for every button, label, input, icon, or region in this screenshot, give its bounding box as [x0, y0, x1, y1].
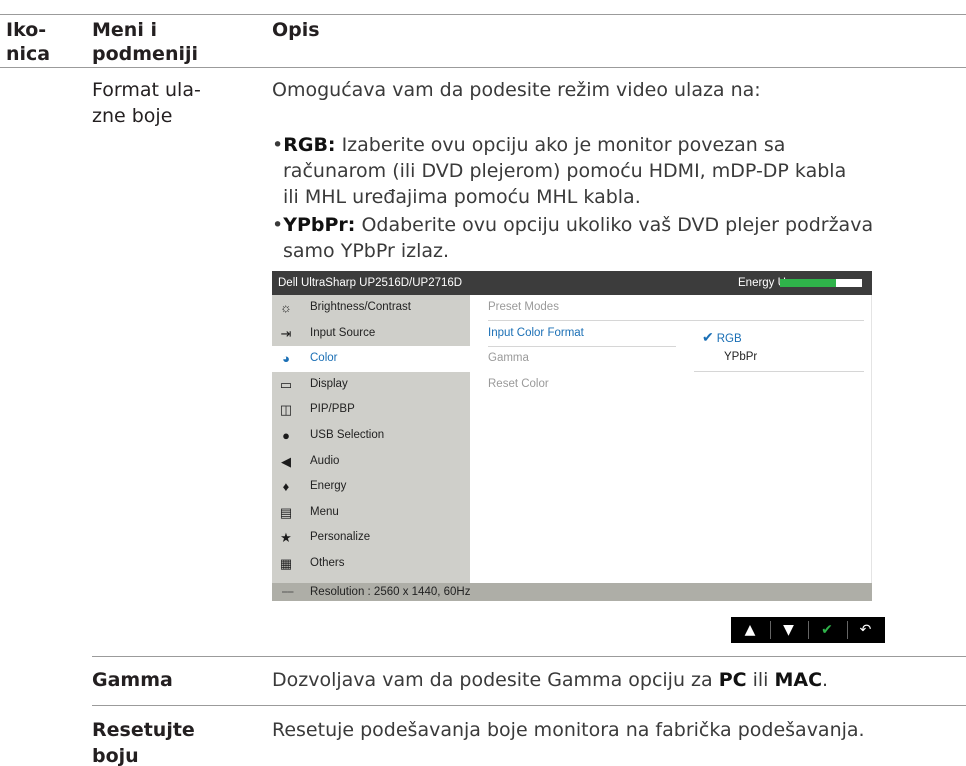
header-icon-line2: nica — [6, 43, 51, 65]
resolution-text: Resolution : 2560 x 1440, 60Hz — [310, 586, 471, 598]
submenu-preset-modes[interactable]: Preset Modes — [488, 297, 559, 317]
check-icon[interactable]: ✔ — [809, 617, 845, 643]
usb-icon: ● — [282, 428, 290, 443]
option-ypbpr[interactable]: YPbPr — [724, 347, 757, 367]
option-rgb-label: RGB — [716, 333, 742, 345]
description-gamma: Dozvoljava vam da podesite Gamma opciju … — [272, 667, 828, 693]
header-description-column: Opis — [272, 19, 320, 41]
osd-menu-item-pip-pbp[interactable]: ◫ PIP/PBP — [272, 397, 470, 423]
submenu-input-color-format[interactable]: Input Color Format — [488, 323, 584, 343]
audio-icon: ◀ — [281, 453, 291, 469]
button-separator — [846, 621, 848, 639]
menu-name-gamma: Gamma — [92, 669, 173, 691]
energy-use-bar — [780, 279, 862, 287]
gamma-desc-text: . — [822, 669, 829, 691]
osd-menu-item-display[interactable]: ▭ Display — [272, 372, 470, 398]
energy-use-fill — [780, 279, 836, 287]
osd-menu-item-label: Brightness/Contrast — [310, 301, 411, 313]
input-source-icon: ⇥ — [280, 325, 292, 341]
description-intro: Omogućava vam da podesite režim video ul… — [272, 79, 761, 101]
menu-icon: ▤ — [279, 504, 293, 520]
menu-name-line1: Resetujte — [92, 719, 195, 741]
button-separator — [808, 621, 809, 639]
osd-main-menu: ☼ Brightness/Contrast ⇥ Input Source ◕ Color ▭… — [272, 295, 470, 583]
option-rgb[interactable]: ✔ RGB — [702, 327, 742, 349]
color-icon: ◕ — [282, 351, 290, 367]
display-icon: ▭ — [279, 376, 293, 392]
osd-menu-item-personalize[interactable]: ★ Personalize — [272, 525, 470, 551]
header-icon-column: Iko- nica — [6, 18, 50, 66]
osd-submenu-panel: Preset Modes Input Color Format ✔ RGB Gam… — [470, 295, 872, 583]
header-menu-line1: Meni i — [92, 19, 157, 41]
energy-icon: ♦ — [282, 479, 290, 495]
bullet-text: računarom (ili DVD plejerom) pomoću HDMI… — [283, 160, 847, 182]
bullet-term-rgb: RGB: — [283, 134, 336, 156]
header-icon-line1: Iko- — [6, 19, 47, 41]
menu-name-reset-color: Resetujte boju — [92, 717, 195, 766]
bullet-text: Izaberite ovu opciju ako je monitor pove… — [335, 134, 786, 156]
bullet-mark: • — [272, 214, 284, 236]
submenu-gamma[interactable]: Gamma — [488, 348, 529, 368]
osd-footer: ⎯⎯ Resolution : 2560 x 1440, 60Hz — [272, 583, 872, 601]
osd-menu-item-label: Display — [310, 377, 348, 390]
osd-menu-item-label: Personalize — [310, 531, 371, 544]
osd-menu-item-usb-selection[interactable]: ● USB Selection — [272, 423, 470, 449]
bullet-rgb: •RGB: Izaberite ovu opciju ako je monito… — [272, 132, 846, 210]
description-reset-color: Resetuje podešavanja boje monitora na fa… — [272, 719, 865, 741]
gamma-desc-text: Dozvoljava vam da podesite Gamma opciju … — [272, 669, 719, 691]
osd-menu-item-label: PIP/PBP — [310, 403, 355, 416]
bullet-term-ypbpr: YPbPr: — [283, 214, 356, 236]
menu-name-line2: boju — [92, 745, 139, 766]
osd-menu-item-input-source[interactable]: ⇥ Input Source — [272, 321, 470, 347]
osd-menu-item-brightness-contrast[interactable]: ☼ Brightness/Contrast — [272, 295, 470, 321]
star-icon: ★ — [280, 530, 292, 546]
osd-menu-item-label: Energy — [310, 480, 347, 493]
brightness-icon: ☼ — [280, 300, 292, 315]
button-separator — [769, 621, 771, 639]
bullet-text: samo YPbPr izlaz. — [283, 240, 449, 262]
osd-menu-item-others[interactable]: ▦ Others — [272, 551, 470, 577]
menu-name-line1: Format ula- — [92, 79, 201, 101]
osd-menu-item-menu[interactable]: ▤ Menu — [272, 500, 470, 526]
osd-menu-screenshot: Dell UltraSharp UP2516D/UP2716D Energy U… — [272, 271, 872, 601]
osd-menu-item-label: Audio — [310, 454, 340, 467]
osd-navigation-buttons: ▲ ▼ ✔ ↶ — [731, 617, 885, 643]
submenu-reset-color[interactable]: Reset Color — [488, 374, 549, 394]
chevron-down-icon[interactable]: ▼ — [771, 617, 807, 643]
header-menu-line2: podmeniji — [92, 43, 199, 65]
bullet-mark: • — [272, 134, 284, 156]
pip-pbp-icon: ◫ — [279, 402, 293, 418]
chevron-up-icon[interactable]: ▲ — [732, 617, 768, 643]
osd-menu-item-label: Others — [310, 557, 345, 569]
bullet-ypbpr: •YPbPr: Odaberite ovu opciju ukoliko vaš… — [272, 212, 873, 264]
menu-name-line2: zne boje — [92, 105, 173, 127]
osd-menu-item-label: USB Selection — [310, 429, 385, 441]
osd-menu-item-label: Menu — [310, 505, 339, 518]
header-rule — [0, 67, 966, 68]
bullet-text: Odaberite ovu opciju ukoliko vaš DVD ple… — [355, 214, 874, 236]
osd-menu-item-energy[interactable]: ♦ Energy — [272, 474, 470, 500]
top-rule — [0, 14, 966, 15]
bullet-text: ili MHL uređajima pomoću MHL kabla. — [283, 186, 641, 208]
monitor-resolution-icon: ⎯⎯ — [282, 586, 294, 598]
row-rule-gamma — [92, 656, 966, 657]
submenu-divider — [488, 320, 864, 321]
gamma-desc-mac: MAC — [774, 669, 823, 691]
submenu-divider — [488, 346, 676, 347]
gamma-desc-text: ili — [746, 669, 775, 691]
others-icon: ▦ — [279, 556, 293, 571]
menu-name-input-color-format: Format ula- zne boje — [92, 77, 201, 129]
row-rule-reset — [92, 705, 966, 706]
header-menu-column: Meni i podmeniji — [92, 18, 198, 66]
osd-menu-item-label: Color — [310, 352, 338, 365]
gamma-desc-pc: PC — [718, 669, 747, 691]
check-icon: ✔ — [702, 329, 714, 345]
osd-menu-item-color[interactable]: ◕ Color — [272, 346, 470, 372]
osd-menu-item-label: Input Source — [310, 326, 376, 339]
osd-menu-item-audio[interactable]: ◀ Audio — [272, 449, 470, 475]
back-icon[interactable]: ↶ — [848, 617, 884, 643]
submenu-divider — [694, 371, 864, 372]
